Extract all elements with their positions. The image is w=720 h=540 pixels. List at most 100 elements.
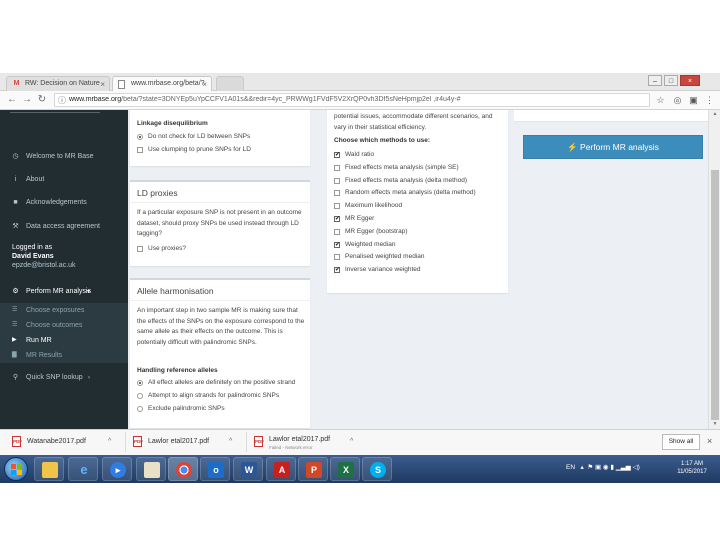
sidebar-subitem-choose-exposures[interactable]: ☰ Choose exposures	[0, 303, 128, 318]
info-icon[interactable]: ⓘ	[58, 95, 66, 106]
start-button[interactable]	[4, 457, 28, 481]
scroll-up-icon[interactable]: ▲	[711, 111, 719, 117]
linkage-option-no-check[interactable]: Do not check for LD between SNPs	[137, 132, 250, 142]
option-label: Inverse variance weighted	[345, 266, 421, 274]
scroll-thumb[interactable]	[711, 170, 719, 420]
tray-icons[interactable]: ▴ ⚑ ▣ ◉ ▮ ▁▃▅ ◁)	[577, 464, 639, 471]
tab-gmail[interactable]: M RW: Decision on Nature ×	[6, 76, 110, 91]
taskbar-app-acrobat[interactable]: A	[266, 457, 296, 481]
method-option[interactable]: MR Egger (bootstrap)	[334, 227, 408, 237]
word-icon: W	[241, 462, 257, 478]
allele-harmonisation-box: Allele harmonisation An important step i…	[130, 278, 310, 428]
sidebar-item-perform-mr[interactable]: ⚙ Perform MR analysis ▾	[0, 284, 128, 300]
taskbar-app-excel[interactable]: X	[330, 457, 360, 481]
checkbox[interactable]	[334, 177, 340, 184]
sidebar-item-quick-snp[interactable]: ⚲ Quick SNP lookup ‹	[0, 370, 128, 386]
divider	[130, 202, 310, 203]
folder-icon	[42, 462, 58, 478]
allele-title: Allele harmonisation	[137, 286, 214, 296]
method-option[interactable]: ✔ Inverse variance weighted	[334, 265, 421, 275]
system-clock[interactable]: 1:17 AM 11/05/2017	[672, 460, 712, 476]
close-icon[interactable]: ×	[707, 436, 712, 446]
sidebar-subitem-choose-outcomes[interactable]: ☰ Choose outcomes	[0, 318, 128, 333]
taskbar-app-explorer[interactable]	[34, 457, 64, 481]
method-option[interactable]: Maximum likelihood	[334, 201, 402, 211]
sidebar-item-about[interactable]: i About	[0, 172, 128, 188]
checkbox[interactable]	[137, 246, 143, 252]
new-tab-button[interactable]	[216, 76, 244, 91]
extension-icon[interactable]: ◎	[672, 95, 683, 106]
checkbox[interactable]	[137, 147, 143, 153]
checkbox[interactable]	[334, 203, 340, 210]
show-all-button[interactable]: Show all	[662, 434, 700, 450]
method-option[interactable]: ✔ Weighted median	[334, 240, 395, 250]
use-proxies-option[interactable]: Use proxies?	[137, 244, 186, 254]
taskbar-app-word[interactable]: W	[233, 457, 263, 481]
window-close-button[interactable]: ×	[680, 75, 700, 86]
pocket-icon[interactable]: ▣	[688, 95, 699, 106]
right-panel-top	[514, 110, 714, 122]
language-indicator[interactable]: EN	[566, 464, 575, 471]
taskbar-app-outlook[interactable]: o	[200, 457, 230, 481]
logged-in-label: Logged in as	[12, 244, 53, 251]
checkbox[interactable]	[334, 164, 340, 171]
method-option[interactable]: ✔ Wald ratio	[334, 150, 374, 160]
sidebar-item-acknowledgements[interactable]: ■ Acknowledgements	[0, 195, 128, 211]
taskbar-app-ie[interactable]: e	[68, 457, 98, 481]
checkbox-checked[interactable]: ✔	[334, 152, 340, 158]
method-option[interactable]: Penalised weighted median	[334, 252, 425, 262]
checkbox[interactable]	[334, 228, 340, 235]
radio-selected[interactable]	[137, 380, 143, 386]
checkbox-checked[interactable]: ✔	[334, 241, 340, 248]
method-option[interactable]: Random effects meta analysis (delta meth…	[334, 188, 476, 198]
url-input[interactable]: ⓘ www.mrbase.org/beta/?state=3DNYEp5uYpC…	[54, 93, 650, 107]
chevron-up-icon[interactable]: ^	[350, 438, 353, 445]
allele-option-exclude[interactable]: Exclude palindromic SNPs	[137, 404, 225, 414]
radio[interactable]	[137, 393, 143, 399]
download-name: Lawlor etal2017.pdf	[269, 436, 331, 443]
download-item[interactable]: PDF Lawlor etal2017.pdf ^	[133, 436, 243, 450]
checkbox-checked[interactable]: ✔	[334, 216, 340, 222]
download-item[interactable]: PDF Watanabe2017.pdf ^	[12, 436, 122, 450]
tab-mrbase[interactable]: www.mrbase.org/beta/? ×	[112, 76, 212, 91]
method-option[interactable]: Fixed effects meta analysis (delta metho…	[334, 176, 467, 186]
reload-icon[interactable]: ↻	[36, 94, 48, 106]
taskbar-app-media[interactable]: ▸	[102, 457, 132, 481]
method-option[interactable]: ✔ MR Egger	[334, 214, 374, 224]
back-icon[interactable]: ←	[6, 94, 18, 106]
chevron-up-icon[interactable]: ^	[108, 438, 111, 445]
sidebar-item-welcome[interactable]: ◷ Welcome to MR Base	[0, 149, 128, 165]
sidebar-item-data-access[interactable]: ⚒ Data access agreement	[0, 219, 128, 235]
taskbar-app-chrome[interactable]	[168, 457, 198, 481]
star-icon[interactable]: ☆	[655, 95, 666, 106]
system-tray: EN ▴ ⚑ ▣ ◉ ▮ ▁▃▅ ◁)	[566, 463, 640, 471]
download-item-failed[interactable]: PDF Lawlor etal2017.pdf Failed - Network…	[254, 436, 364, 450]
radio[interactable]	[137, 406, 143, 412]
close-icon[interactable]: ×	[100, 80, 105, 89]
chevron-up-icon[interactable]: ^	[229, 438, 232, 445]
taskbar-app-powerpoint[interactable]: P	[298, 457, 328, 481]
scroll-down-icon[interactable]: ▼	[711, 421, 719, 427]
scrollbar[interactable]: ▲ ▼	[708, 110, 720, 429]
checkbox[interactable]	[334, 254, 340, 261]
option-label: Do not check for LD between SNPs	[148, 133, 251, 140]
menu-icon[interactable]: ⋮	[704, 95, 715, 106]
minimize-button[interactable]: –	[648, 75, 662, 86]
sidebar-subitem-run-mr[interactable]: ▶ Run MR	[0, 333, 128, 348]
radio-selected[interactable]	[137, 134, 143, 140]
checkbox[interactable]	[334, 190, 340, 197]
gmail-icon: M	[13, 80, 20, 87]
maximize-button[interactable]: □	[664, 75, 678, 86]
close-icon[interactable]: ×	[202, 80, 207, 89]
forward-icon[interactable]: →	[21, 94, 33, 106]
checkbox-checked[interactable]: ✔	[334, 267, 340, 274]
linkage-option-clumping[interactable]: Use clumping to prune SNPs for LD	[137, 145, 251, 155]
allele-option-align[interactable]: Attempt to align strands for palindromic…	[137, 391, 279, 401]
pdf-icon: PDF	[133, 436, 143, 447]
allele-option-positive-strand[interactable]: All effect alleles are definitely on the…	[137, 378, 295, 388]
sidebar-subitem-mr-results[interactable]: ▇ MR Results	[0, 348, 128, 363]
taskbar-app-files[interactable]	[136, 457, 166, 481]
method-option[interactable]: Fixed effects meta analysis (simple SE)	[334, 163, 459, 173]
taskbar-app-skype[interactable]: S	[362, 457, 392, 481]
perform-mr-button[interactable]: ⚡ Perform MR analysis	[523, 135, 703, 159]
